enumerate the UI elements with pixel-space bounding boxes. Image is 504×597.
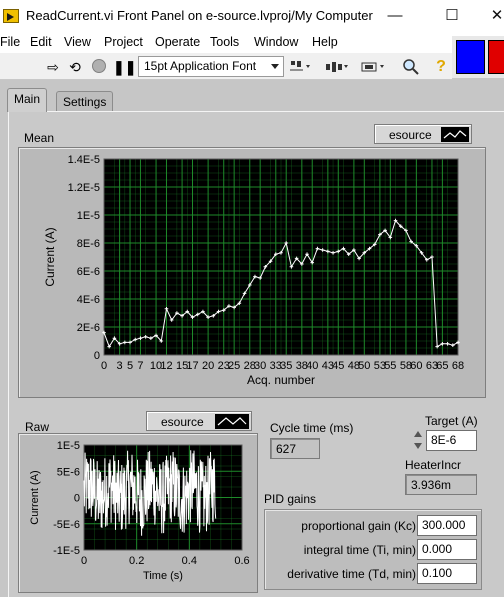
x-tick-label: 55 — [384, 360, 396, 372]
raw-plot-legend[interactable]: esource — [146, 411, 252, 431]
search-icon[interactable] — [402, 58, 420, 76]
y-tick-label: 6E-6 — [77, 266, 100, 278]
font-select-value: 15pt Application Font — [144, 59, 257, 73]
decrement-arrow-icon — [414, 443, 422, 449]
heater-incr-indicator: 3.936m — [405, 474, 477, 495]
minimize-button[interactable]: — — [380, 4, 410, 28]
x-tick-label: 68 — [452, 360, 464, 372]
window-title: ReadCurrent.vi Front Panel on e-source.l… — [26, 8, 373, 23]
x-tick-label: 0.2 — [129, 555, 144, 567]
plot-style-swatch — [441, 127, 469, 142]
mean-graph-label: Mean — [24, 131, 55, 145]
connector-terminal[interactable] — [456, 40, 485, 74]
x-tick-label: 0.4 — [182, 555, 197, 567]
toolbar: ⇨ ⟲ ❚❚ 15pt Application Font ? — [0, 53, 452, 80]
increment-arrow-icon — [414, 431, 422, 437]
x-tick-label: 60 — [410, 360, 422, 372]
x-tick-label: 65 — [436, 360, 448, 372]
y-tick-label: -5E-6 — [53, 519, 80, 531]
integral-time-label: integral time (Ti, min) — [303, 543, 416, 557]
y-tick-label: 1E-5 — [57, 440, 80, 452]
maximize-button[interactable]: ☐ — [437, 4, 467, 28]
y-tick-label: 2E-6 — [77, 322, 100, 334]
font-select[interactable]: 15pt Application Font — [138, 56, 284, 77]
y-tick-label: 4E-6 — [77, 294, 100, 306]
x-tick-label: 35 — [280, 360, 292, 372]
x-tick-label: 0 — [101, 360, 107, 372]
y-tick-label: 8E-6 — [77, 238, 100, 250]
target-label: Target (A) — [425, 414, 478, 428]
x-tick-label: 30 — [254, 360, 266, 372]
cycle-time-indicator: 627 — [270, 438, 320, 459]
pid-gains-label: PID gains — [264, 492, 317, 506]
x-tick-label: 50 — [358, 360, 370, 372]
chevron-down-icon — [271, 64, 279, 69]
run-arrow-icon[interactable]: ⇨ — [44, 58, 62, 76]
x-tick-label: 20 — [202, 360, 214, 372]
menu-operate[interactable]: Operate — [155, 35, 200, 49]
y-tick-label: 0 — [74, 493, 80, 505]
close-button[interactable]: ✕ — [487, 4, 504, 28]
x-axis-label: Time (s) — [143, 570, 183, 582]
menu-project[interactable]: Project — [104, 35, 143, 49]
target-increment-stepper[interactable] — [413, 430, 423, 452]
y-tick-label: 5E-6 — [57, 466, 80, 478]
abort-icon[interactable] — [90, 58, 108, 76]
proportional-gain-label: proportional gain (Kc) — [301, 519, 416, 533]
proportional-gain-input[interactable]: 300.000 — [417, 515, 477, 536]
tab-settings[interactable]: Settings — [56, 91, 114, 112]
cycle-time-label: Cycle time (ms) — [270, 421, 354, 435]
vi-icon — [488, 40, 504, 74]
x-tick-label: 5 — [127, 360, 133, 372]
mean-legend-name: esource — [389, 128, 432, 142]
y-axis-label: Current (A) — [43, 227, 57, 286]
y-axis-label: Current (A) — [29, 470, 41, 524]
y-tick-label: -1E-5 — [53, 545, 80, 557]
x-tick-label: 40 — [306, 360, 318, 372]
menu-window[interactable]: Window — [254, 35, 298, 49]
mean-plot-legend[interactable]: esource — [374, 124, 472, 144]
y-tick-label: 1E-5 — [77, 210, 100, 222]
derivative-time-label: derivative time (Td, min) — [287, 567, 416, 581]
menu-bar: File Edit View Project Operate Tools Win… — [0, 31, 504, 53]
x-tick-label: 7 — [137, 360, 143, 372]
tab-main[interactable]: Main — [7, 88, 48, 112]
distribute-objects-icon[interactable] — [325, 59, 351, 75]
menu-edit[interactable]: Edit — [30, 35, 52, 49]
run-continuously-icon[interactable]: ⟲ — [66, 58, 84, 76]
plot-style-swatch — [215, 414, 249, 429]
menu-view[interactable]: View — [64, 35, 91, 49]
x-tick-label: 17 — [186, 360, 198, 372]
menu-file[interactable]: File — [0, 35, 20, 49]
x-tick-label: 45 — [332, 360, 344, 372]
x-tick-label: 25 — [228, 360, 240, 372]
target-input[interactable]: 8E-6 — [426, 430, 477, 451]
derivative-time-input[interactable]: 0.100 — [417, 563, 477, 584]
y-tick-label: 1.2E-5 — [68, 182, 100, 194]
connector-pane — [452, 36, 504, 78]
x-tick-label: 0.6 — [234, 555, 249, 567]
menu-tools[interactable]: Tools — [210, 35, 239, 49]
x-tick-label: 3 — [117, 360, 123, 372]
mean-graph[interactable]: 0 3 5 7 1012 1517 20 2325 2830 3335 3840 4345 4850 53… — [18, 147, 486, 398]
heater-incr-label: HeaterIncr — [405, 458, 462, 472]
x-axis-label: Acq. number — [247, 373, 315, 387]
menu-help[interactable]: Help — [312, 35, 338, 49]
integral-time-input[interactable]: 0.000 — [417, 539, 477, 560]
y-tick-label: 0 — [94, 350, 100, 362]
x-tick-label: 12 — [160, 360, 172, 372]
title-bar: ReadCurrent.vi Front Panel on e-source.l… — [0, 0, 504, 31]
raw-graph-label: Raw — [25, 420, 50, 434]
align-objects-icon[interactable] — [289, 59, 315, 75]
raw-legend-name: esource — [161, 415, 204, 429]
labview-vi-icon — [3, 9, 19, 23]
help-icon[interactable]: ? — [432, 58, 450, 76]
x-tick-label: 0 — [81, 555, 87, 567]
y-tick-label: 1.4E-5 — [68, 154, 100, 166]
pause-icon[interactable]: ❚❚ — [113, 58, 136, 76]
resize-objects-icon[interactable] — [361, 59, 387, 75]
raw-graph[interactable]: 0 0.2 0.4 0.6 -1E-5 -5E-6 0 5E-6 1E-5 Time (s) Cur… — [18, 433, 258, 593]
